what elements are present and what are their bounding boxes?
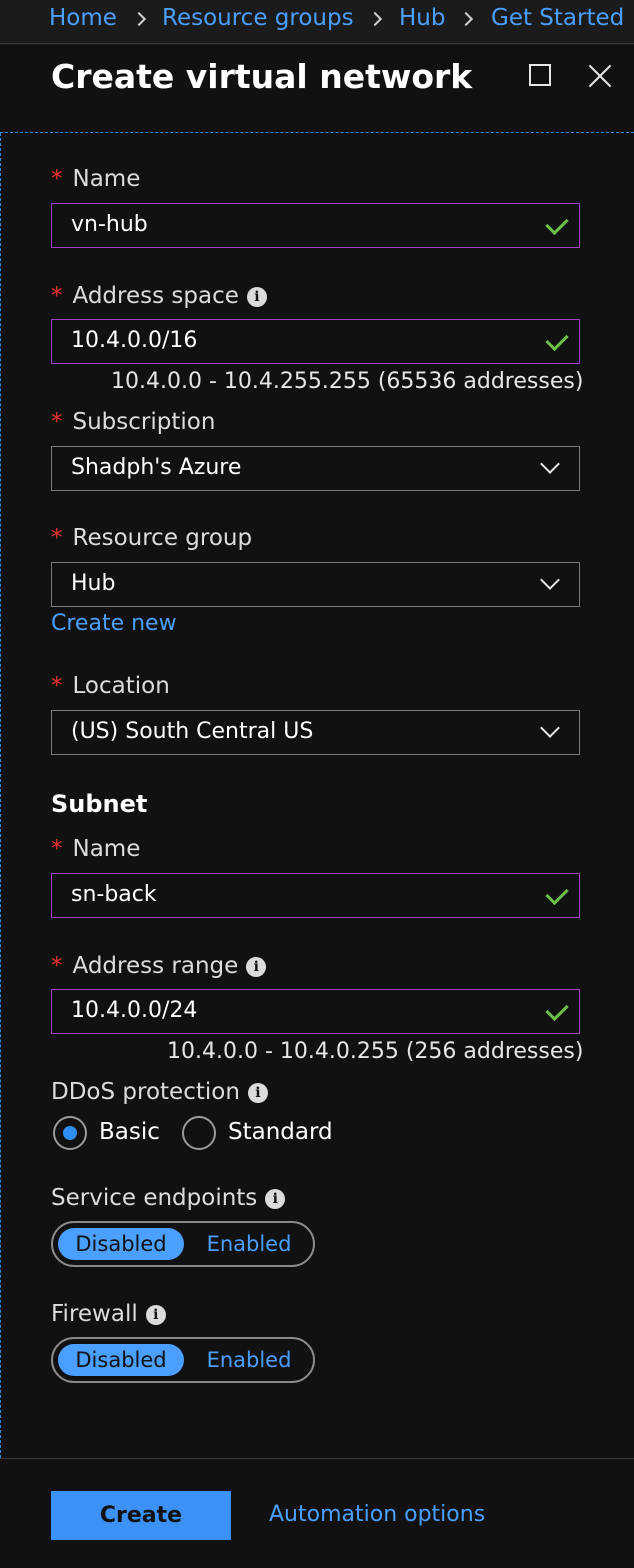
- automation-options-link[interactable]: Automation options: [269, 1502, 485, 1527]
- address-space-hint: 10.4.0.0 - 10.4.255.255 (65536 addresses…: [111, 369, 584, 394]
- info-icon[interactable]: i: [246, 956, 267, 977]
- footer-divider: [0, 1458, 634, 1459]
- close-icon[interactable]: [587, 63, 613, 89]
- chevron-down-icon: [540, 454, 560, 474]
- create-vnet-blade: Create virtual network * Name vn-hub * Add…: [0, 45, 634, 1568]
- service-endpoints-enabled-option[interactable]: Enabled: [189, 1228, 309, 1260]
- check-icon: [545, 211, 569, 236]
- subscription-value: Shadph's Azure: [71, 455, 242, 480]
- info-icon[interactable]: i: [247, 1082, 268, 1103]
- chevron-right-icon: [367, 11, 383, 27]
- name-label: * Name: [51, 166, 141, 192]
- chevron-right-icon: [458, 11, 474, 27]
- resource-group-select[interactable]: Hub: [51, 562, 580, 607]
- focus-border: [0, 133, 1, 1458]
- chevron-down-icon: [540, 570, 560, 590]
- service-endpoints-label: Service endpoints i: [51, 1185, 286, 1211]
- location-label: * Location: [51, 673, 170, 699]
- firewall-enabled-option[interactable]: Enabled: [189, 1344, 309, 1376]
- service-endpoints-disabled-option[interactable]: Disabled: [58, 1228, 184, 1260]
- breadcrumb-get-started-link[interactable]: Get Started: [491, 5, 624, 31]
- subscription-select[interactable]: Shadph's Azure: [51, 446, 580, 491]
- subnet-name-value: sn-back: [71, 882, 157, 907]
- firewall-label: Firewall i: [51, 1301, 166, 1327]
- check-icon: [545, 997, 569, 1022]
- check-icon: [545, 327, 569, 352]
- address-range-value: 10.4.0.0/24: [71, 998, 198, 1023]
- address-space-input[interactable]: 10.4.0.0/16: [51, 319, 580, 364]
- subscription-label: * Subscription: [51, 409, 216, 435]
- create-button[interactable]: Create: [51, 1491, 231, 1540]
- address-space-label: * Address space i: [51, 283, 267, 309]
- ddos-basic-radio[interactable]: [53, 1116, 87, 1150]
- firewall-toggle[interactable]: Disabled Enabled: [51, 1337, 315, 1383]
- required-marker: *: [51, 409, 63, 435]
- breadcrumb-home-link[interactable]: Home: [49, 5, 117, 31]
- check-icon: [545, 881, 569, 906]
- address-range-hint: 10.4.0.0 - 10.4.0.255 (256 addresses): [167, 1039, 584, 1064]
- required-marker: *: [51, 283, 63, 309]
- info-icon[interactable]: i: [246, 286, 267, 307]
- address-range-label: * Address range i: [51, 953, 267, 979]
- location-value: (US) South Central US: [71, 719, 314, 744]
- name-input-value: vn-hub: [71, 212, 148, 237]
- breadcrumb-resource-groups-link[interactable]: Resource groups: [162, 5, 354, 31]
- blade-title: Create virtual network: [51, 57, 473, 96]
- subnet-section-title: Subnet: [51, 790, 148, 818]
- ddos-standard-radio[interactable]: [182, 1116, 216, 1150]
- subnet-name-input[interactable]: sn-back: [51, 873, 580, 918]
- breadcrumb: Home Resource groups Hub Get Started: [0, 0, 634, 44]
- resource-group-label: * Resource group: [51, 525, 253, 551]
- service-endpoints-toggle[interactable]: Disabled Enabled: [51, 1221, 315, 1267]
- header-divider: [0, 132, 634, 133]
- ddos-basic-label[interactable]: Basic: [99, 1119, 160, 1145]
- maximize-icon[interactable]: [529, 64, 551, 86]
- create-new-link[interactable]: Create new: [51, 611, 177, 636]
- subnet-name-label: * Name: [51, 836, 141, 862]
- resource-group-value: Hub: [71, 571, 116, 596]
- firewall-disabled-option[interactable]: Disabled: [58, 1344, 184, 1376]
- location-select[interactable]: (US) South Central US: [51, 710, 580, 755]
- required-marker: *: [51, 953, 63, 979]
- address-range-input[interactable]: 10.4.0.0/24: [51, 989, 580, 1034]
- required-marker: *: [51, 673, 63, 699]
- ddos-standard-label[interactable]: Standard: [228, 1119, 333, 1145]
- info-icon[interactable]: i: [145, 1304, 166, 1325]
- required-marker: *: [51, 525, 63, 551]
- chevron-down-icon: [540, 718, 560, 738]
- required-marker: *: [51, 166, 63, 192]
- chevron-right-icon: [131, 11, 147, 27]
- ddos-label: DDoS protection i: [51, 1079, 268, 1105]
- name-input[interactable]: vn-hub: [51, 203, 580, 248]
- address-space-value: 10.4.0.0/16: [71, 328, 198, 353]
- required-marker: *: [51, 836, 63, 862]
- breadcrumb-hub-link[interactable]: Hub: [399, 5, 445, 31]
- info-icon[interactable]: i: [265, 1188, 286, 1209]
